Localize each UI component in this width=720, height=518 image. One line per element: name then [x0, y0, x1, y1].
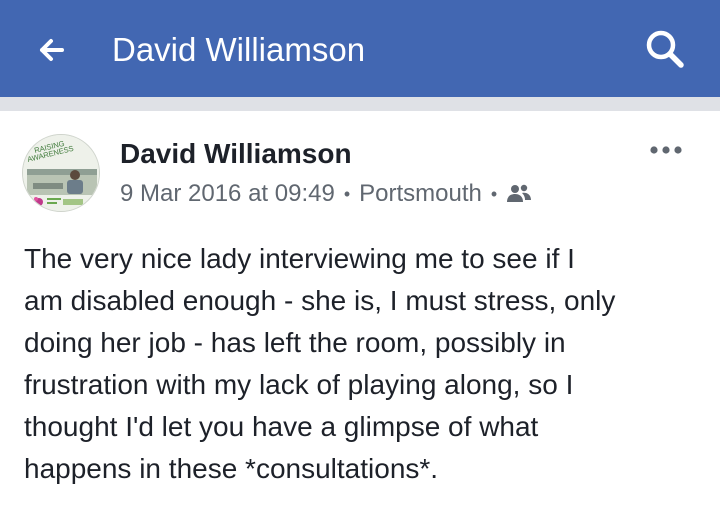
back-button[interactable] — [32, 30, 72, 70]
post-text-line: frustration with my lack of playing alon… — [24, 369, 574, 400]
page-title: David Williamson — [112, 31, 366, 68]
post-text-line: thought I'd let you have a glimpse of wh… — [24, 411, 539, 442]
post-meta: 9 Mar 2016 at 09:49 • Portsmouth • — [120, 179, 532, 209]
post-text-line: happens in these *consultations*. — [24, 453, 439, 484]
section-divider — [0, 97, 720, 111]
more-options-button[interactable] — [648, 140, 684, 160]
post-text-line: am disabled enough - she is, I must stre… — [24, 285, 616, 316]
post-author[interactable]: David Williamson — [120, 137, 352, 171]
meta-separator: • — [490, 184, 498, 204]
friends-icon — [507, 184, 532, 202]
author-avatar[interactable]: RAISING AWARENESS — [22, 134, 100, 212]
raising-awareness-logo: RAISING AWARENESS — [23, 135, 99, 211]
search-icon — [646, 30, 684, 68]
post-text: The very nice lady interviewing me to se… — [24, 238, 704, 490]
post-text-line: doing her job - has left the room, possi… — [24, 327, 566, 358]
arrow-left-icon — [40, 39, 64, 61]
post-location[interactable]: Portsmouth — [359, 179, 482, 209]
search-button[interactable] — [640, 24, 690, 74]
top-bar: David Williamson — [0, 0, 720, 97]
meta-separator: • — [343, 184, 351, 204]
more-options-icon — [650, 146, 682, 154]
post-date[interactable]: 9 Mar 2016 at 09:49 — [120, 179, 335, 209]
post-text-line: The very nice lady interviewing me to se… — [24, 243, 575, 274]
